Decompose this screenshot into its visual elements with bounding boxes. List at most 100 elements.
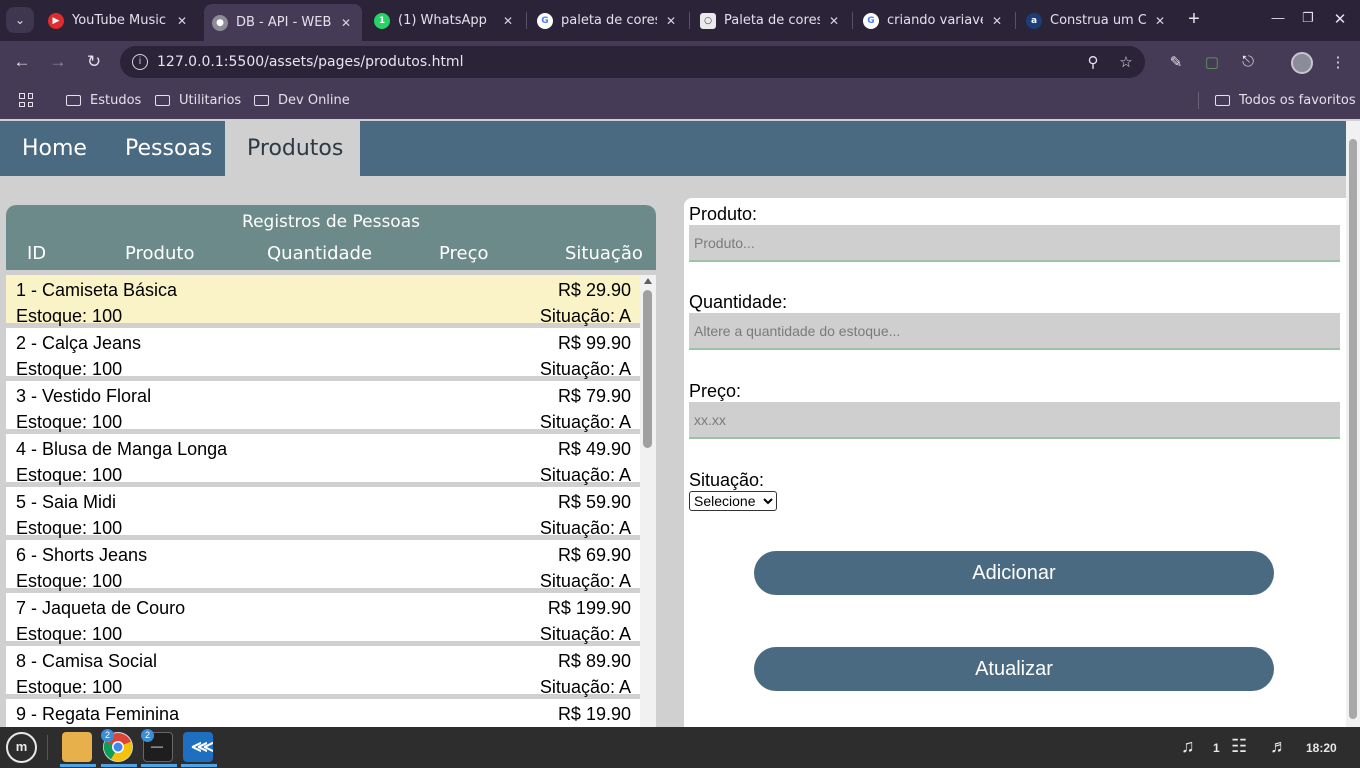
list-item[interactable]: 1 - Camiseta Básica R$ 29.90 Estoque: 10… <box>6 275 640 328</box>
item-stock: Estoque: 100 <box>16 518 123 538</box>
folder-icon <box>254 95 269 106</box>
os-taskbar: m 2 — 2 ⋘ ♫ 1 ☷ ♬ 18:20 <box>0 727 1360 768</box>
apps-grid-icon[interactable] <box>19 93 33 107</box>
item-status: Situação: A <box>539 359 631 379</box>
minimize-icon[interactable]: — <box>1268 10 1288 25</box>
add-button[interactable]: Adicionar <box>754 551 1274 595</box>
item-stock: Estoque: 100 <box>16 306 123 326</box>
extensions-icon[interactable]: ⎋ <box>1238 53 1258 70</box>
tab-separator <box>526 12 527 29</box>
page-scrollbar[interactable] <box>1346 121 1360 727</box>
clock[interactable]: 18:20 <box>1306 741 1337 755</box>
tab-search-button[interactable]: ⌄ <box>6 7 34 33</box>
tab-whatsapp[interactable]: 1 (1) WhatsApp ✕ <box>366 6 524 35</box>
zoom-icon[interactable]: ⚲ <box>1084 53 1102 71</box>
list-item[interactable]: 4 - Blusa de Manga Longa R$ 49.90 Estoqu… <box>6 434 640 487</box>
scroll-up-arrow-icon[interactable] <box>644 278 652 284</box>
item-price: R$ 59.90 <box>557 492 631 512</box>
page-scrollbar-thumb[interactable] <box>1349 139 1357 719</box>
task-indicator <box>101 764 137 767</box>
item-price: R$ 29.90 <box>557 280 631 300</box>
nav-home[interactable]: Home <box>0 121 109 176</box>
site-info-icon[interactable]: i <box>132 54 148 70</box>
top-nav: Home Pessoas Produtos <box>0 121 1346 176</box>
item-name: 3 - Vestido Floral <box>16 386 152 406</box>
close-icon[interactable]: ✕ <box>174 14 190 28</box>
item-status: Situação: A <box>539 571 631 591</box>
records-header: Registros de Pessoas ID Produto Quantida… <box>6 205 656 270</box>
item-status: Situação: A <box>539 624 631 644</box>
network-icon[interactable]: ☷ <box>1231 736 1247 757</box>
item-stock: Estoque: 100 <box>16 571 123 591</box>
tab-youtube-music[interactable]: ▶ YouTube Music ✕ <box>40 6 198 35</box>
item-name: 9 - Regata Feminina <box>16 704 180 724</box>
screen-capture-icon[interactable]: ▢ <box>1202 53 1222 71</box>
notifications-bell-icon[interactable]: ♫ <box>1181 736 1195 757</box>
records-title: Registros de Pessoas <box>242 212 420 232</box>
palette-site-icon: ○ <box>700 12 716 29</box>
product-list: 1 - Camiseta Básica R$ 29.90 Estoque: 10… <box>6 275 640 727</box>
item-price: R$ 99.90 <box>557 333 631 353</box>
bookmark-label: Dev Online <box>278 93 350 108</box>
bookmark-star-icon[interactable]: ☆ <box>1117 53 1135 71</box>
task-indicator <box>181 764 217 767</box>
forward-arrow-icon[interactable]: → <box>48 52 68 72</box>
task-indicator <box>60 764 96 767</box>
bookmark-utilitarios[interactable]: Utilitarios <box>155 93 241 108</box>
close-icon[interactable]: ✕ <box>1152 14 1168 28</box>
list-item[interactable]: 8 - Camisa Social R$ 89.90 Estoque: 100 … <box>6 646 640 699</box>
page-viewport: Home Pessoas Produtos Registros de Pesso… <box>0 121 1346 727</box>
address-bar[interactable]: i 127.0.0.1:5500/assets/pages/produtos.h… <box>120 46 1145 78</box>
update-button[interactable]: Atualizar <box>754 647 1274 691</box>
close-icon[interactable]: ✕ <box>826 14 842 28</box>
close-icon[interactable]: ✕ <box>500 14 516 28</box>
sound-icon[interactable]: ♬ <box>1270 736 1288 757</box>
close-icon[interactable]: ✕ <box>989 14 1005 28</box>
list-item[interactable]: 6 - Shorts Jeans R$ 69.90 Estoque: 100 S… <box>6 540 640 593</box>
list-item[interactable]: 5 - Saia Midi R$ 59.90 Estoque: 100 Situ… <box>6 487 640 540</box>
produto-input[interactable] <box>689 225 1340 262</box>
google-icon: G <box>863 12 879 29</box>
close-icon[interactable]: ✕ <box>663 14 679 28</box>
restore-icon[interactable]: ❐ <box>1298 10 1318 26</box>
chrome-window-count: 2 <box>101 729 114 742</box>
tab-paleta-de-cores-site[interactable]: ○ Paleta de cores ✕ <box>692 6 850 35</box>
quantidade-input[interactable] <box>689 313 1340 350</box>
list-item[interactable]: 9 - Regata Feminina R$ 19.90 <box>6 699 640 727</box>
reload-icon[interactable]: ↻ <box>84 52 104 72</box>
bookmark-estudos[interactable]: Estudos <box>66 93 141 108</box>
list-scrollbar[interactable] <box>640 275 656 727</box>
preco-input[interactable] <box>689 402 1340 439</box>
list-scrollbar-thumb[interactable] <box>643 290 652 448</box>
globe-icon: ● <box>212 14 228 31</box>
preco-label: Preço: <box>689 381 742 401</box>
window-close-icon[interactable]: ✕ <box>1330 10 1350 28</box>
nav-produtos[interactable]: Produtos <box>225 121 360 176</box>
situacao-label: Situação: <box>689 470 765 490</box>
tab-title: (1) WhatsApp <box>398 13 487 28</box>
profile-avatar[interactable] <box>1291 52 1313 74</box>
item-stock: Estoque: 100 <box>16 412 123 432</box>
tab-construa-um-css[interactable]: a Construa um CS ✕ <box>1018 6 1176 35</box>
tab-db-api-web[interactable]: ● DB - API - WEB ✕ <box>204 4 362 41</box>
item-name: 2 - Calça Jeans <box>16 333 142 353</box>
eyedropper-icon[interactable]: ✎ <box>1166 53 1186 71</box>
item-status: Situação: A <box>539 677 631 697</box>
list-item[interactable]: 7 - Jaqueta de Couro R$ 199.90 Estoque: … <box>6 593 640 646</box>
whatsapp-icon: 1 <box>374 12 390 29</box>
close-icon[interactable]: ✕ <box>338 16 354 30</box>
list-item[interactable]: 3 - Vestido Floral R$ 79.90 Estoque: 100… <box>6 381 640 434</box>
back-arrow-icon[interactable]: ← <box>12 52 32 72</box>
tab-criando-variavel[interactable]: G criando variavel ✕ <box>855 6 1013 35</box>
mint-menu-icon[interactable]: m <box>6 732 37 763</box>
bookmark-dev-online[interactable]: Dev Online <box>254 93 350 108</box>
menu-kebab-icon[interactable]: ⋮ <box>1328 53 1348 71</box>
new-tab-button[interactable]: + <box>1184 9 1204 31</box>
nav-pessoas[interactable]: Pessoas <box>103 121 234 176</box>
situacao-select[interactable]: Selecione <box>689 491 777 511</box>
files-folder-icon[interactable] <box>62 732 92 762</box>
vscode-icon[interactable]: ⋘ <box>183 732 214 762</box>
bookmark-all-favorites[interactable]: Todos os favoritos <box>1215 93 1356 108</box>
tab-paleta-de-cores-google[interactable]: G paleta de cores ✕ <box>529 6 687 35</box>
list-item[interactable]: 2 - Calça Jeans R$ 99.90 Estoque: 100 Si… <box>6 328 640 381</box>
